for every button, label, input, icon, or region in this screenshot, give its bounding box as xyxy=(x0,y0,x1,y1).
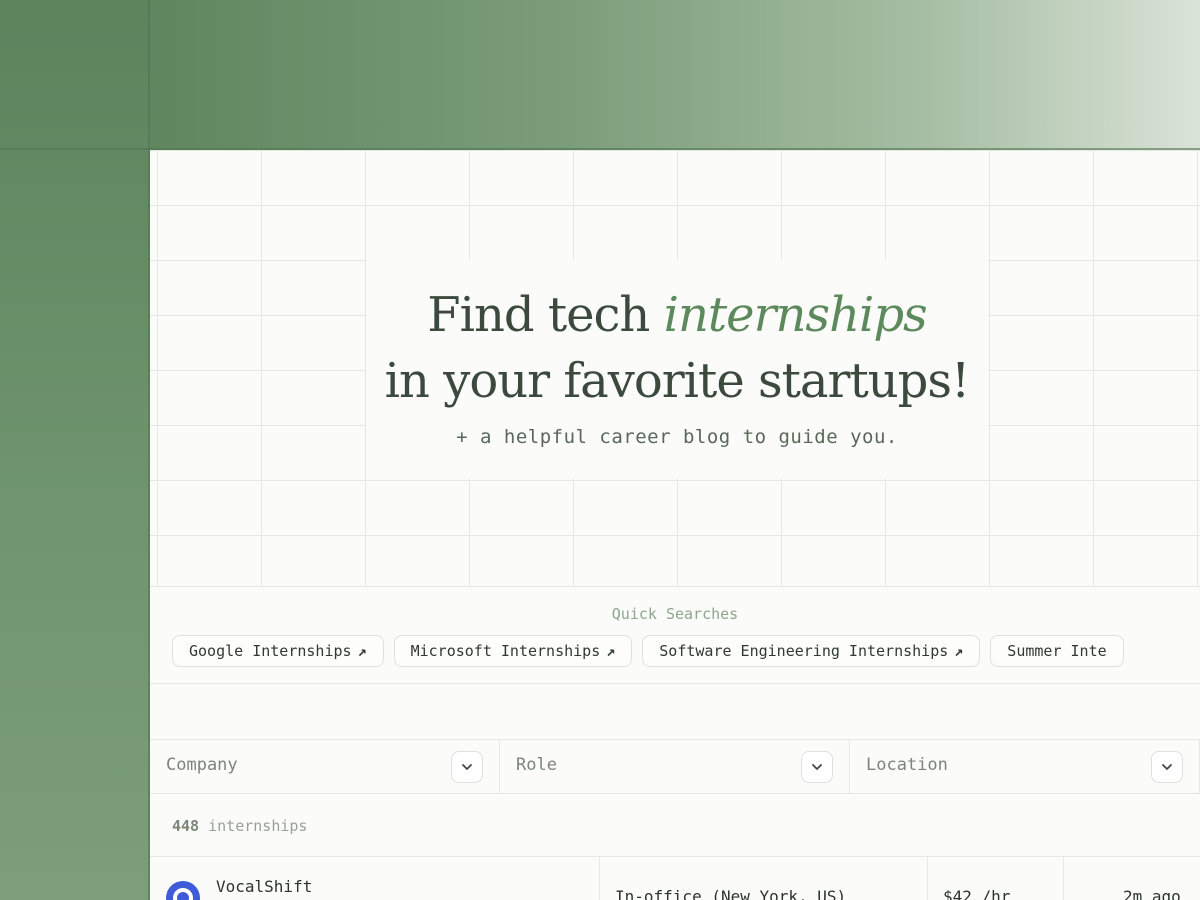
role-filter-label: Role xyxy=(516,755,557,775)
location-filter[interactable]: Location xyxy=(850,740,1200,793)
filter-bar: Company Role Location xyxy=(150,739,1200,794)
chip-microsoft-internships[interactable]: Microsoft Internships ↗ xyxy=(393,635,633,667)
arrow-up-right-icon: ↗ xyxy=(357,642,367,660)
column-divider xyxy=(1063,857,1064,900)
listing-pay: $42 /hr xyxy=(943,887,1011,900)
hero-subline: + a helpful career blog to guide you. xyxy=(456,426,898,448)
arrow-up-right-icon: ↗ xyxy=(606,642,616,660)
chip-label: Microsoft Internships xyxy=(410,642,601,660)
chevron-down-icon xyxy=(1162,764,1172,770)
quick-search-chips: Google Internships ↗ Microsoft Internships… xyxy=(172,635,1134,667)
role-filter-dropdown[interactable] xyxy=(801,751,833,783)
location-filter-dropdown[interactable] xyxy=(1151,751,1183,783)
headline-line2: in your favorite startups! xyxy=(384,353,971,409)
results-count-number: 448 xyxy=(172,817,200,835)
company-name: VocalShift xyxy=(216,877,313,896)
chevron-down-icon xyxy=(462,764,472,770)
role-filter[interactable]: Role xyxy=(500,740,850,793)
background-left-band xyxy=(0,0,150,900)
background-top-band xyxy=(150,0,1200,150)
chip-label: Software Engineering Internships xyxy=(659,642,949,660)
chip-summer-internships[interactable]: Summer Inte xyxy=(990,635,1124,667)
listing-posted: 2m ago xyxy=(1123,887,1181,900)
hero-headline: Find tech internships in your favorite s… xyxy=(366,260,988,414)
chip-label: Summer Inte xyxy=(1007,642,1107,660)
listing-location: In-office (New York, US) xyxy=(615,887,847,900)
company-filter-dropdown[interactable] xyxy=(451,751,483,783)
results-count: 448 internships xyxy=(172,817,307,835)
chevron-down-icon xyxy=(812,764,822,770)
column-divider xyxy=(927,857,928,900)
chip-label: Google Internships xyxy=(189,642,352,660)
company-logo xyxy=(166,881,200,900)
headline-text: Find tech xyxy=(427,287,664,343)
company-filter[interactable]: Company xyxy=(150,740,500,793)
headline-accent: internships xyxy=(663,287,928,343)
column-divider xyxy=(599,857,600,900)
results-count-suffix: internships xyxy=(199,817,308,835)
location-filter-label: Location xyxy=(866,755,948,775)
arrow-up-right-icon: ↗ xyxy=(954,642,964,660)
company-filter-label: Company xyxy=(166,755,238,775)
main-panel: Find tech internships in your favorite s… xyxy=(150,150,1200,900)
hero-card: Find tech internships in your favorite s… xyxy=(366,260,988,478)
hero-section: Find tech internships in your favorite s… xyxy=(150,150,1200,587)
table-row[interactable]: VocalShift In-office (New York, US) $42 … xyxy=(150,856,1200,900)
chip-software-engineering-internships[interactable]: Software Engineering Internships ↗ xyxy=(642,635,981,667)
chip-google-internships[interactable]: Google Internships ↗ xyxy=(172,635,384,667)
quick-searches-title: Quick Searches xyxy=(611,605,739,623)
quick-searches: Quick Searches Google Internships ↗ Micros… xyxy=(150,586,1200,684)
